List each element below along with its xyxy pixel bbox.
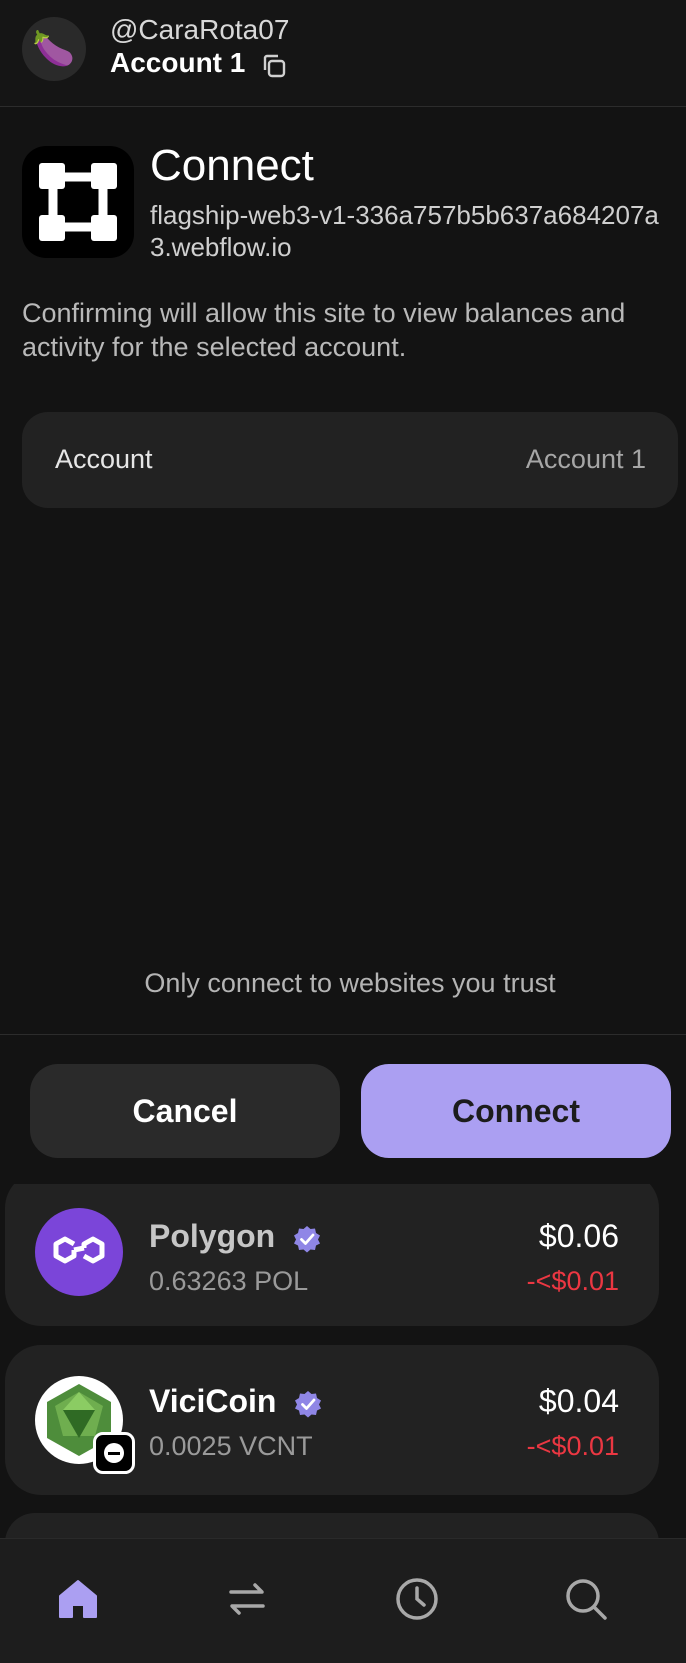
wallet-header: 🍆 @CaraRota07 Account 1 [0, 0, 686, 107]
username: @CaraRota07 [110, 14, 290, 45]
account-label: Account [55, 444, 153, 474]
verified-badge-icon [294, 1225, 321, 1253]
account-value: Account 1 [525, 444, 646, 474]
trust-note: Only connect to websites you trust [144, 968, 556, 998]
token-name: ViciCoin [149, 1383, 323, 1420]
verified-badge-icon [295, 1390, 322, 1418]
copy-icon[interactable] [260, 52, 288, 80]
account-avatar[interactable]: 🍆 [22, 17, 86, 81]
site-url: flagship-web3-v1-336a757b5b637a684207a3.… [150, 200, 659, 262]
token-amount: 0.0025 VCNT [149, 1431, 313, 1461]
cancel-button[interactable]: Cancel [30, 1064, 340, 1158]
token-value: $0.06 [538, 1218, 619, 1254]
swap-icon[interactable] [221, 1573, 273, 1625]
search-icon[interactable] [560, 1573, 612, 1625]
divider [0, 1034, 686, 1035]
account-selector[interactable]: Account Account 1 [22, 412, 678, 508]
token-change: -<$0.01 [526, 1431, 619, 1461]
token-name: Polygon [149, 1218, 322, 1255]
webflow-site-icon [39, 163, 117, 241]
home-icon[interactable] [52, 1573, 104, 1625]
connect-button[interactable]: Connect [361, 1064, 671, 1158]
token-row-polygon[interactable]: Polygon 0.63263 POL $0.06 -<$0.01 [5, 1172, 659, 1326]
connect-description: Confirming will allow this site to view … [22, 298, 626, 362]
token-change: -<$0.01 [526, 1266, 619, 1296]
history-icon[interactable] [391, 1573, 443, 1625]
token-row-vicicoin[interactable]: ViciCoin 0.0025 VCNT $0.04 -<$0.01 [5, 1345, 659, 1495]
bottom-nav [0, 1538, 686, 1663]
badge-icon [93, 1432, 135, 1474]
token-amount: 0.63263 POL [149, 1266, 309, 1296]
account-name: Account 1 [110, 47, 246, 78]
connect-sheet: Connect flagship-web3-v1-336a757b5b637a6… [0, 107, 686, 1184]
site-logo [22, 146, 134, 258]
token-value: $0.04 [538, 1383, 619, 1419]
connect-title: Connect [150, 141, 314, 190]
polygon-icon [35, 1208, 123, 1296]
vicicoin-icon [35, 1376, 135, 1474]
